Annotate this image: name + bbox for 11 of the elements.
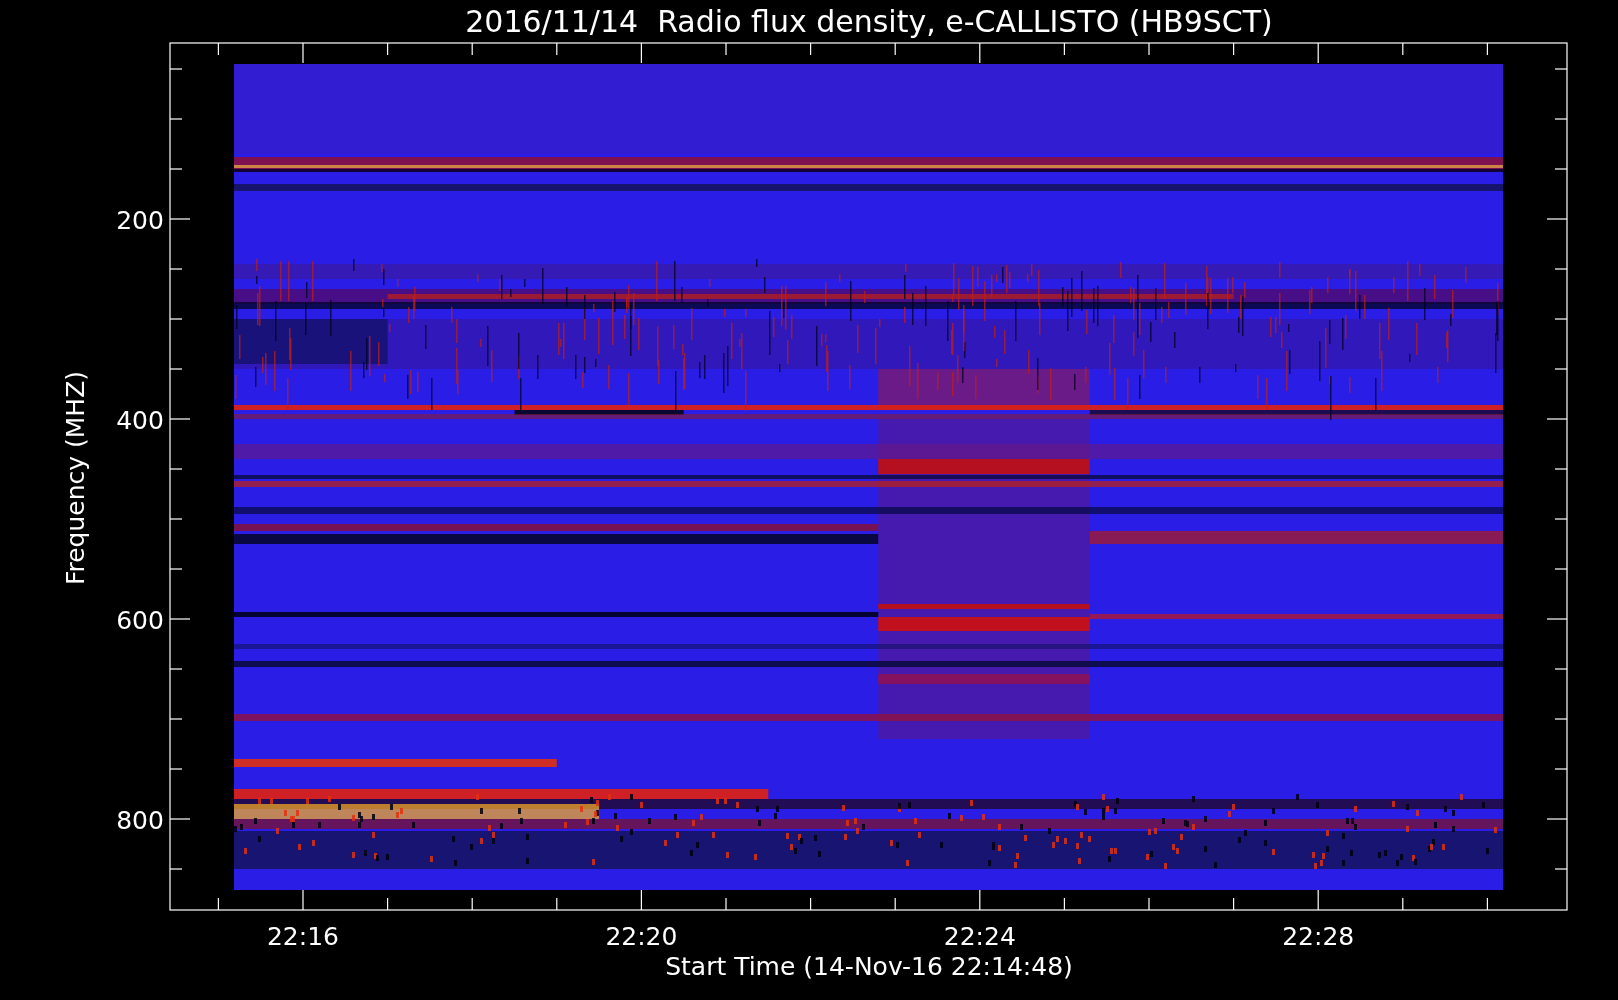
y-tick-label: 800: [116, 806, 164, 835]
x-tick-label: 22:20: [605, 922, 678, 951]
x-tick-label: 22:28: [1282, 922, 1355, 951]
y-axis-label: Frequency (MHZ): [61, 370, 90, 586]
x-tick-label: 22:24: [943, 922, 1016, 951]
x-axis-label: Start Time (14-Nov-16 22:14:48): [665, 952, 1073, 981]
y-tick-label: 200: [116, 206, 164, 235]
y-tick-label: 400: [116, 406, 164, 435]
y-tick-label: 600: [116, 606, 164, 635]
x-tick-label: 22:16: [267, 922, 339, 951]
chart-title: 2016/11/14 Radio flux density, e-CALLISTO (HB9SCT): [465, 4, 1273, 39]
